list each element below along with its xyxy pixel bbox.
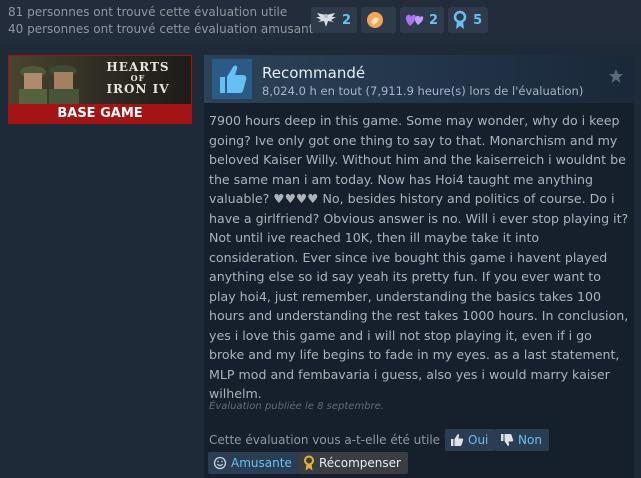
logo-line-3: IRON IV — [106, 82, 170, 96]
vote-header: Recommandé 8,024.0 h en tout (7,911.9 he… — [204, 55, 634, 103]
award-hearts[interactable]: 2 — [400, 7, 445, 33]
smiley-icon — [213, 456, 227, 470]
thumbs-up-icon — [212, 59, 252, 99]
vote-no-button[interactable]: Non — [495, 429, 549, 451]
award-hearts-count: 2 — [429, 12, 439, 28]
funny-count-text: 40 personnes ont trouvé cette évaluation… — [8, 22, 321, 36]
award-clap[interactable] — [361, 7, 397, 33]
award-button[interactable]: Récompenser — [298, 452, 408, 474]
thumbs-down-small-icon — [501, 434, 514, 446]
award-eagle-count: 2 — [342, 12, 352, 28]
vote-funny-button[interactable]: Amusante — [208, 452, 299, 474]
review-verdict: Recommandé — [262, 64, 366, 82]
award-eagle[interactable]: 2 — [311, 7, 358, 33]
review-summary-bar: 81 personnes ont trouvé cette évaluation… — [0, 0, 641, 44]
award-medal-icon — [304, 455, 314, 471]
vote-yes-label: Oui — [468, 433, 489, 447]
soldiers-image — [19, 65, 79, 104]
vote-no-label: Non — [518, 433, 542, 447]
review-hours: 8,024.0 h en tout (7,911.9 heure(s) lors… — [262, 84, 584, 98]
clap-award-icon — [367, 12, 384, 28]
star-icon[interactable] — [608, 68, 624, 84]
review-summary-text: 81 personnes ont trouvé cette évaluation… — [8, 4, 321, 38]
eagle-award-icon — [316, 13, 336, 27]
review-card: Recommandé 8,024.0 h en tout (7,911.9 he… — [204, 55, 634, 478]
awards-list: 2 2 5 — [311, 7, 489, 33]
product-art: HEARTS OF IRON IV — [9, 56, 191, 104]
vote-yes-button[interactable]: Oui — [445, 429, 496, 451]
medal-award-icon — [453, 10, 467, 29]
logo-line-1: HEARTS — [106, 60, 170, 74]
logo-line-2: OF — [130, 73, 146, 83]
helpful-count-text: 81 personnes ont trouvé cette évaluation… — [8, 5, 288, 19]
award-medal-count: 5 — [473, 12, 483, 28]
product-logo: HEARTS OF IRON IV — [89, 60, 187, 96]
hearts-award-icon — [405, 14, 424, 26]
vote-funny-label: Amusante — [231, 456, 292, 470]
award-label: Récompenser — [319, 456, 401, 470]
thumbs-up-small-icon — [451, 434, 464, 446]
review-text: 7900 hours deep in this game. Some may w… — [209, 113, 629, 401]
product-capsule[interactable]: HEARTS OF IRON IV BASE GAME — [8, 55, 192, 124]
helpful-question: Cette évaluation vous a-t-elle été utile… — [209, 433, 451, 447]
award-medal[interactable]: 5 — [448, 7, 489, 33]
posted-date: Évaluation publiée le 8 septembre. — [209, 401, 384, 412]
product-edition: BASE GAME — [57, 106, 143, 121]
